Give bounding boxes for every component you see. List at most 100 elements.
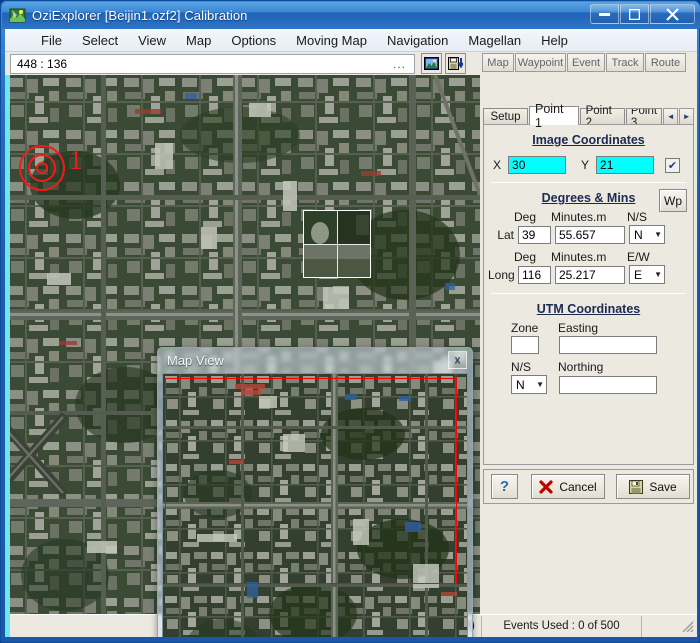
point-1-tab-page: Image Coordinates X 30 Y 21 ✔ Degrees & …: [483, 124, 694, 465]
tab-scroll-right-button[interactable]: ►: [679, 108, 694, 125]
coordinate-dots: ...: [392, 56, 406, 71]
menu-magellan[interactable]: Magellan: [458, 30, 531, 51]
dialog-actions: ? Cancel Save: [483, 469, 694, 504]
map-view-window[interactable]: Map View x: [157, 347, 473, 637]
map-left-edge-strip: [5, 75, 10, 637]
long-min-header: Minutes.m: [551, 250, 607, 264]
application-window: OziExplorer [Beijin1.ozf2] Calibration F…: [0, 0, 700, 643]
x-label: X: [493, 158, 502, 172]
calibration-panel: Setup Point 1 Point 2 Point 3 ◄ ► Image …: [480, 75, 697, 637]
northing-label: Northing: [558, 360, 604, 374]
object-toolbar: Map Waypoint Event Track Route: [482, 53, 697, 73]
image-coordinates-heading: Image Coordinates: [532, 133, 645, 147]
menu-view[interactable]: View: [128, 30, 176, 51]
magnifier-crosshair-horizontal: [304, 244, 370, 245]
object-button-event[interactable]: Event: [567, 53, 605, 72]
picture-icon[interactable]: [421, 53, 442, 74]
map-view-title-bar: Map View x: [158, 348, 472, 373]
close-button[interactable]: [650, 4, 695, 24]
marker-ring-inner: [36, 162, 48, 174]
long-deg-header: Deg: [514, 250, 537, 264]
menu-file[interactable]: File: [31, 30, 72, 51]
easting-input[interactable]: [559, 336, 657, 354]
long-minutes-input[interactable]: 25.217: [555, 265, 625, 284]
cursor-coordinate-display: 448 : 136 ...: [10, 53, 415, 74]
map-view-selection-rectangle[interactable]: [165, 378, 457, 584]
lat-hemisphere-select[interactable]: N ▼: [629, 225, 665, 244]
tab-point-1[interactable]: Point 1: [529, 102, 579, 130]
tab-point-3[interactable]: Point 3: [625, 108, 663, 125]
x-input[interactable]: 30: [508, 156, 567, 174]
menu-navigation[interactable]: Navigation: [377, 30, 458, 51]
help-button[interactable]: ?: [491, 474, 518, 499]
cursor-coordinate-value: 448 : 136: [17, 56, 68, 71]
long-hemi-header: E/W: [627, 250, 650, 264]
chevron-down-icon: ▼: [654, 230, 662, 239]
utm-ns-label: N/S: [511, 360, 532, 374]
chevron-down-icon: ▼: [654, 270, 662, 279]
lat-deg-header: Deg: [514, 210, 537, 224]
point-enabled-checkbox[interactable]: ✔: [665, 157, 681, 173]
map-view-close-button[interactable]: x: [448, 351, 467, 369]
lat-row-label: Lat: [497, 227, 514, 242]
utm-coordinates-heading: UTM Coordinates: [536, 302, 641, 316]
long-hemisphere-select[interactable]: E ▼: [629, 265, 665, 284]
cancel-button[interactable]: Cancel: [531, 474, 605, 499]
window-controls: [590, 4, 695, 24]
window-title: OziExplorer [Beijin1.ozf2] Calibration: [32, 8, 248, 23]
object-button-map[interactable]: Map: [482, 53, 514, 72]
y-label: Y: [581, 158, 590, 172]
save-label: Save: [649, 479, 677, 494]
tab-point-2[interactable]: Point 2: [579, 105, 625, 129]
menu-options[interactable]: Options: [221, 30, 286, 51]
point-tab-strip: Setup Point 1 Point 2 Point 3 ◄ ►: [483, 102, 694, 130]
cancel-label: Cancel: [559, 479, 597, 494]
northing-input[interactable]: [559, 375, 657, 394]
save-disk-icon: [629, 479, 644, 494]
menu-help[interactable]: Help: [531, 30, 578, 51]
section-divider-2: [491, 293, 686, 294]
map-view-title: Map View: [167, 353, 224, 368]
long-row-label: Long: [488, 267, 515, 282]
save-button[interactable]: Save: [616, 474, 690, 499]
cancel-x-icon: [539, 479, 553, 494]
calibration-point-label-1: 1: [69, 145, 83, 175]
zone-input[interactable]: [511, 336, 539, 354]
status-events-used: Events Used : 0 of 500: [481, 615, 641, 637]
menu-bar: File Select View Map Options Moving Map …: [5, 29, 697, 52]
zone-label: Zone: [511, 321, 539, 335]
map-view-canvas[interactable]: [162, 373, 468, 637]
status-cell-empty-right: [641, 615, 697, 637]
section-divider-1: [491, 182, 686, 183]
y-input[interactable]: 21: [596, 156, 655, 174]
tab-setup[interactable]: Setup: [483, 108, 528, 125]
lat-minutes-input[interactable]: 55.657: [555, 225, 625, 244]
lat-degrees-input[interactable]: 39: [518, 225, 551, 244]
long-hemisphere-value: E: [634, 267, 643, 282]
waypoint-button[interactable]: Wp: [659, 189, 687, 212]
ozi-explorer-icon: [9, 7, 26, 24]
menu-map[interactable]: Map: [176, 30, 221, 51]
status-resize-grip-icon[interactable]: [680, 620, 694, 632]
object-button-track[interactable]: Track: [606, 53, 644, 72]
lat-hemi-header: N/S: [627, 210, 648, 224]
lat-min-header: Minutes.m: [551, 210, 607, 224]
menu-moving-map[interactable]: Moving Map: [286, 30, 377, 51]
title-bar: OziExplorer [Beijin1.ozf2] Calibration: [2, 2, 700, 29]
lat-hemisphere-value: N: [634, 227, 643, 242]
save-down-icon[interactable]: [445, 53, 466, 74]
maximize-button[interactable]: [620, 4, 649, 24]
object-button-route[interactable]: Route: [645, 53, 686, 72]
utm-ns-select[interactable]: N ▼: [511, 375, 547, 394]
calibration-point-marker-1[interactable]: [19, 145, 65, 191]
minimize-button[interactable]: [590, 4, 619, 24]
magnifier-inset: [303, 210, 371, 278]
client-area: File Select View Map Options Moving Map …: [5, 29, 697, 637]
chevron-down-icon: ▼: [536, 380, 544, 389]
object-button-waypoint[interactable]: Waypoint: [515, 53, 566, 72]
tab-scroll-left-button[interactable]: ◄: [663, 108, 679, 125]
map-canvas[interactable]: 1 Map View x: [5, 75, 480, 637]
easting-label: Easting: [558, 321, 599, 335]
long-degrees-input[interactable]: 116: [518, 265, 551, 284]
menu-select[interactable]: Select: [72, 30, 128, 51]
